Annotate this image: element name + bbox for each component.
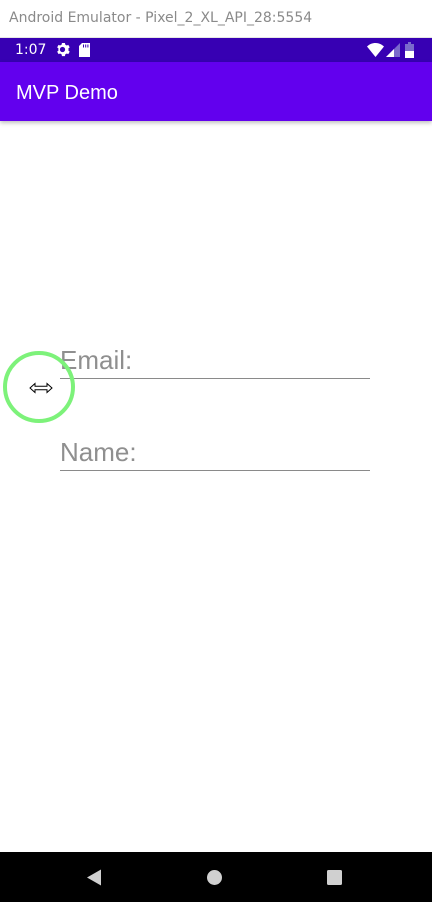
battery-icon — [405, 42, 414, 58]
recents-icon[interactable] — [327, 870, 342, 885]
name-field-container — [60, 437, 370, 471]
name-field[interactable] — [60, 437, 370, 471]
app-bar: MVP Demo — [0, 62, 432, 121]
gear-icon — [57, 42, 70, 57]
wifi-icon — [367, 43, 384, 57]
resize-horizontal-icon — [29, 382, 53, 394]
sd-card-icon — [79, 43, 90, 57]
email-field[interactable] — [60, 345, 370, 379]
emulator-title-bar[interactable]: Android Emulator - Pixel_2_XL_API_28:555… — [0, 0, 432, 38]
signal-icon — [386, 43, 400, 57]
navigation-bar — [0, 852, 432, 902]
email-field-container — [60, 345, 370, 379]
emulator-window: Android Emulator - Pixel_2_XL_API_28:555… — [0, 0, 432, 902]
status-time: 1:07 — [15, 42, 47, 58]
app-title: MVP Demo — [16, 82, 118, 104]
status-bar: 1:07 — [0, 38, 432, 62]
back-icon[interactable] — [86, 869, 102, 886]
home-icon[interactable] — [207, 870, 222, 885]
emulator-title: Android Emulator - Pixel_2_XL_API_28:555… — [9, 10, 313, 26]
